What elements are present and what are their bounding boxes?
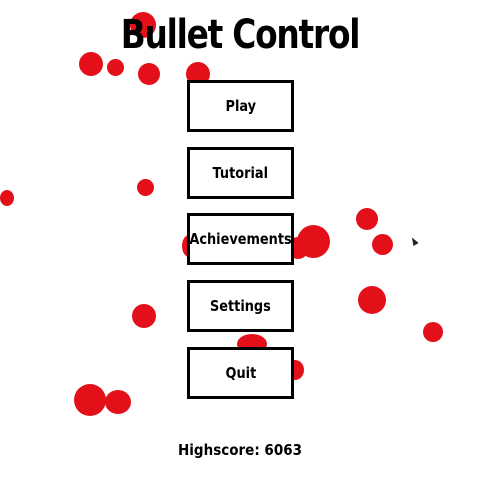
quit-button-label: Quit [225, 364, 256, 382]
settings-button[interactable]: Settings [187, 280, 294, 332]
play-button[interactable]: Play [187, 80, 294, 132]
bullet [423, 322, 443, 342]
bullet [107, 59, 124, 76]
bullet [138, 63, 160, 85]
game-screen: Bullet Control Play Tutorial Achievement… [0, 0, 480, 480]
bullet [105, 390, 131, 414]
tutorial-button-label: Tutorial [212, 164, 269, 182]
highscore-text: Highscore: 6063 [177, 441, 303, 459]
tutorial-button[interactable]: Tutorial [187, 147, 294, 199]
bullet [358, 286, 386, 314]
settings-button-label: Settings [210, 297, 271, 315]
play-button-label: Play [225, 97, 256, 115]
bullet [0, 190, 14, 206]
bullet [137, 179, 154, 196]
bullet [132, 304, 156, 328]
bullet [356, 208, 378, 230]
game-title: Bullet Control [120, 12, 361, 58]
bullet [372, 234, 393, 255]
achievements-button-label: Achievements [189, 230, 292, 248]
quit-button[interactable]: Quit [187, 347, 294, 399]
bullet [74, 384, 106, 416]
achievements-button[interactable]: Achievements [187, 213, 294, 265]
